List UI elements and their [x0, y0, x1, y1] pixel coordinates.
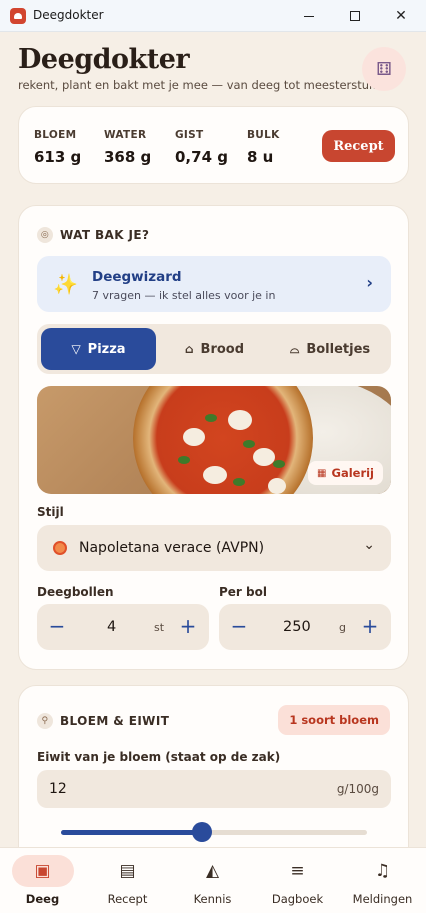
tab-label: Pizza [87, 341, 126, 357]
stat-yeast: GIST 0,74 g [175, 129, 228, 166]
increment-button[interactable]: + [360, 615, 380, 637]
rolls-icon: ⌓ [289, 341, 300, 356]
chevron-down-icon: ⌄ [363, 537, 375, 553]
protein-label: Eiwit van je bloem (staat op de zak) [37, 750, 281, 764]
window-titlebar: Deegdokter ✕ [0, 0, 426, 32]
section-heading-label: BLOEM & EIWIT [60, 714, 170, 728]
section-heading: ⚲ BLOEM & EIWIT [37, 713, 169, 729]
stat-value: 368 g [104, 148, 152, 166]
bake-type-selector: ▽ Pizza ⌂ Brood ⌓ Bolletjes [37, 324, 391, 374]
wizard-title: Deegwizard [92, 269, 182, 285]
stat-label: GIST [175, 129, 204, 141]
tab-pizza[interactable]: ▽ Pizza [41, 328, 156, 370]
maximize-button[interactable] [332, 0, 378, 32]
slider-thumb[interactable] [191, 822, 212, 842]
minimize-icon [304, 15, 314, 17]
window-title: Deegdokter [33, 8, 104, 22]
nav-item-kennis[interactable]: ◭ Kennis [170, 848, 255, 913]
page-header: Deegdokter rekent, plant en bakt met je … [18, 44, 376, 92]
tab-rolls[interactable]: ⌓ Bolletjes [273, 328, 387, 370]
page-title: Deegdokter [18, 44, 190, 75]
nav-label: Kennis [193, 892, 232, 906]
nav-item-dagboek[interactable]: ≡ Dagboek [255, 848, 340, 913]
protein-input[interactable]: 12 g/100g [37, 770, 391, 808]
stat-value: 0,74 g [175, 148, 228, 166]
nav-label: Meldingen [352, 892, 413, 906]
journal-icon: ≡ [290, 861, 305, 881]
section-heading-label: WAT BAK JE? [60, 228, 150, 242]
grid-icon: ▦ [317, 467, 327, 479]
minimize-button[interactable] [286, 0, 332, 32]
wheat-icon: ⚲ [37, 713, 53, 729]
pizza-icon: ▽ [71, 342, 81, 356]
calculator-icon: ▣ [34, 861, 51, 881]
per-ball-value[interactable]: 250 [283, 619, 311, 635]
bread-icon: ◎ [37, 227, 53, 243]
tab-label: Brood [200, 341, 245, 357]
randomize-button[interactable]: ⚅ [362, 47, 406, 91]
nav-item-deeg[interactable]: ▣ Deeg [0, 848, 85, 913]
style-label: Stijl [37, 505, 64, 519]
balls-stepper: − 4 st + [37, 604, 209, 650]
tab-label: Bolletjes [306, 341, 371, 357]
slider-fill [61, 830, 202, 835]
gallery-button[interactable]: ▦ Galerij [308, 461, 383, 485]
graduation-cap-icon: ◭ [205, 861, 220, 881]
protein-unit: g/100g [336, 782, 379, 796]
maximize-icon [350, 11, 360, 21]
per-ball-unit: g [339, 621, 346, 634]
close-icon: ✕ [395, 8, 407, 24]
summary-card: BLOEM 613 g WATER 368 g GIST 0,74 g BULK… [18, 106, 409, 184]
chevron-right-icon: › [366, 273, 373, 292]
style-select[interactable]: Napoletana verace (AVPN) ⌄ [37, 525, 391, 571]
stat-label: WATER [104, 129, 147, 141]
increment-button[interactable]: + [178, 615, 198, 637]
protein-value: 12 [49, 781, 67, 797]
nav-label: Deeg [25, 892, 60, 906]
bread-icon: ⌂ [184, 342, 194, 356]
bottom-navigation: ▣ Deeg ▤ Recept ◭ Kennis ≡ Dagboek ♫ Mel… [0, 847, 426, 913]
nav-label: Recept [107, 892, 148, 906]
book-icon: ▤ [119, 861, 136, 881]
pizza-photo: ▦ Galerij [37, 386, 391, 494]
stat-label: BULK [247, 129, 280, 141]
nav-label: Dagboek [271, 892, 324, 906]
stat-label: BLOEM [34, 129, 77, 141]
bake-card: ◎ WAT BAK JE? ✨ Deegwizard 7 vragen — ik… [18, 205, 409, 670]
balls-value[interactable]: 4 [107, 619, 116, 635]
stat-value: 8 u [247, 148, 274, 166]
style-value: Napoletana verace (AVPN) [79, 540, 265, 556]
close-button[interactable]: ✕ [378, 0, 424, 32]
balls-label: Deegbollen [37, 585, 114, 599]
pizza-style-icon [53, 541, 67, 555]
nav-item-recept[interactable]: ▤ Recept [85, 848, 170, 913]
stat-value: 613 g [34, 148, 82, 166]
stat-bulk: BULK 8 u [247, 129, 280, 166]
magic-wand-icon: ✨ [53, 272, 78, 296]
stat-flour: BLOEM 613 g [34, 129, 81, 166]
dice-icon: ⚅ [376, 58, 392, 80]
stat-water: WATER 368 g [104, 129, 151, 166]
nav-item-meldingen[interactable]: ♫ Meldingen [340, 848, 425, 913]
photo-pizza [133, 386, 313, 494]
gallery-label: Galerij [331, 466, 375, 480]
wizard-subtitle: 7 vragen — ik stel alles voor je in [92, 289, 276, 302]
per-ball-stepper: − 250 g + [219, 604, 391, 650]
section-heading: ◎ WAT BAK JE? [37, 227, 149, 243]
decrement-button[interactable]: − [229, 615, 249, 637]
decrement-button[interactable]: − [47, 615, 67, 637]
app-logo-icon [10, 8, 26, 24]
bell-icon: ♫ [374, 861, 391, 881]
dough-wizard-button[interactable]: ✨ Deegwizard 7 vragen — ik stel alles vo… [37, 256, 391, 312]
page-subtitle: rekent, plant en bakt met je mee — van d… [18, 78, 376, 92]
per-ball-label: Per bol [219, 585, 267, 599]
recipe-button[interactable]: Recept [322, 130, 395, 162]
balls-unit: st [154, 621, 165, 634]
tab-bread[interactable]: ⌂ Brood [157, 328, 272, 370]
protein-slider[interactable] [61, 822, 367, 842]
flour-count-badge[interactable]: 1 soort bloem [278, 705, 390, 735]
